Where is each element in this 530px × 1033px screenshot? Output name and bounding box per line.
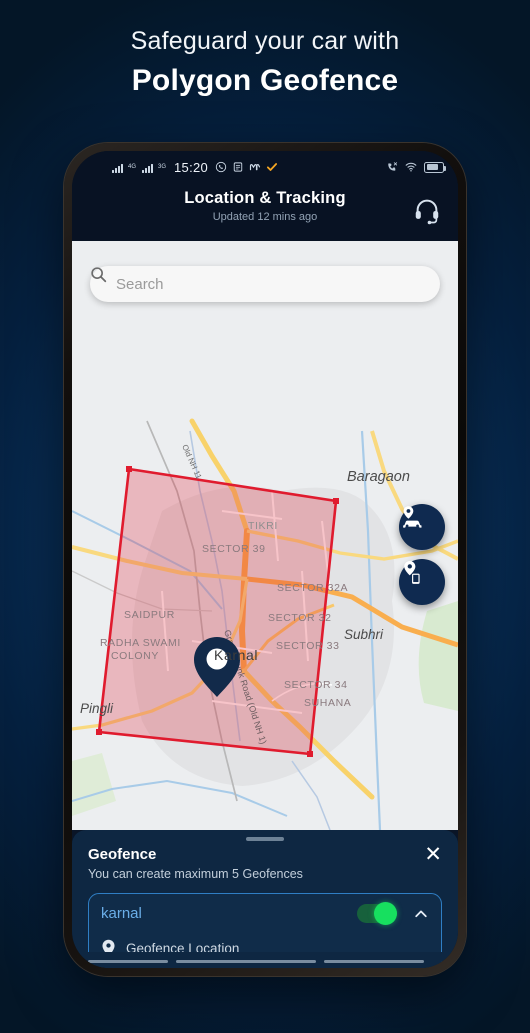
phone-mute-icon xyxy=(388,162,398,171)
map-label: SAIDPUR xyxy=(124,609,175,621)
geofence-toggle[interactable] xyxy=(357,902,397,925)
sheet-title: Geofence xyxy=(88,846,157,863)
geofence-name: karnal xyxy=(101,905,142,922)
search-icon xyxy=(91,267,107,283)
search-bar[interactable]: Search xyxy=(90,266,440,302)
map-label: SECTOR 33 xyxy=(276,640,340,652)
app-header: Location & Tracking Updated 12 mins ago xyxy=(72,183,458,241)
status-time: 15:20 xyxy=(174,159,209,175)
map-label: Pingli xyxy=(80,701,114,716)
document-icon xyxy=(233,162,243,172)
map-label: SECTOR 34 xyxy=(284,679,348,691)
map-label: TIKRI xyxy=(248,520,278,532)
nav-home[interactable] xyxy=(176,960,316,963)
page-title: Location & Tracking xyxy=(184,189,346,207)
orange-check-icon xyxy=(267,163,278,171)
locate-device-button[interactable] xyxy=(399,559,445,605)
locate-vehicle-button[interactable] xyxy=(399,504,445,550)
search-placeholder: Search xyxy=(116,275,164,293)
map-label: RADHA SWAMI xyxy=(100,637,181,649)
map-label: SECTOR 32A xyxy=(277,582,349,594)
last-updated-text: Updated 12 mins ago xyxy=(212,211,318,223)
status-bar: 4G 3G 15:20 xyxy=(72,151,458,183)
android-nav-bar xyxy=(72,952,458,968)
pin-device-icon xyxy=(404,560,420,584)
map-label: Karnal xyxy=(214,647,259,663)
close-icon[interactable]: ✕ xyxy=(424,844,442,865)
map-label: SUHANA xyxy=(304,697,352,709)
m-app-icon xyxy=(249,164,261,171)
network-label-1: 4G xyxy=(128,164,137,170)
geofence-sheet: Geofence You can create maximum 5 Geofen… xyxy=(72,830,458,968)
map-label: SECTOR 32 xyxy=(268,612,332,624)
phone-mockup: 4G 3G 15:20 Location & Tracking Updated … xyxy=(64,143,466,976)
network-label-2: 3G xyxy=(158,164,167,170)
promo-line-2: Polygon Geofence xyxy=(131,64,399,97)
map-label: SECTOR 39 xyxy=(202,543,266,555)
sheet-subtitle: You can create maximum 5 Geofences xyxy=(88,867,303,881)
map-label: Baragaon xyxy=(347,469,410,485)
battery-icon xyxy=(424,161,446,173)
nav-back[interactable] xyxy=(324,960,424,963)
phone-screen: 4G 3G 15:20 Location & Tracking Updated … xyxy=(72,151,458,968)
headset-icon[interactable] xyxy=(412,195,442,225)
nav-recents[interactable] xyxy=(88,960,168,963)
wifi-icon xyxy=(405,162,417,172)
signal-icon-1 xyxy=(112,162,123,173)
map-label: Subhri xyxy=(344,627,384,642)
map-view[interactable]: Grand Trunk Road (Old NH 1) Old NH 11 Ba… xyxy=(72,241,458,830)
whatsapp-icon xyxy=(215,161,227,173)
promo-headline: Safeguard your car with Polygon Geofence xyxy=(0,26,530,101)
pin-car-icon xyxy=(403,506,422,528)
sheet-drag-handle[interactable] xyxy=(246,837,284,841)
chevron-up-icon[interactable] xyxy=(413,906,429,922)
map-label: COLONY xyxy=(111,650,159,662)
promo-line-1: Safeguard your car with xyxy=(130,27,400,55)
signal-icon-2 xyxy=(142,162,154,173)
